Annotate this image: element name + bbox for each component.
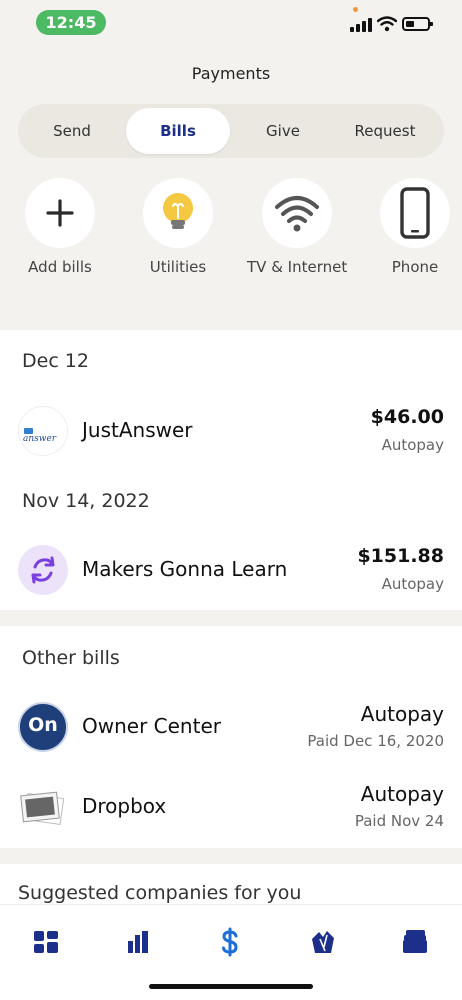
category-add-bills[interactable]: Add bills — [10, 178, 110, 276]
paid-date: Paid Nov 24 — [354, 812, 444, 830]
dollar-icon — [222, 927, 238, 957]
bill-amount: $46.00 — [370, 406, 444, 428]
autopay-label: Autopay — [381, 575, 444, 593]
nav-payments[interactable] — [207, 927, 253, 957]
category-label: Add bills — [28, 258, 92, 276]
nav-home[interactable] — [23, 927, 69, 957]
plus-icon — [46, 199, 74, 227]
cellular-signal-icon — [350, 18, 372, 32]
payee-name: Owner Center — [82, 714, 221, 738]
status-bar: 12:45 — [0, 0, 462, 46]
dropbox-logo — [18, 782, 68, 832]
category-phone[interactable]: Phone — [365, 178, 462, 276]
category-tv-internet[interactable]: TV & Internet — [247, 178, 347, 276]
deals-icon — [312, 931, 334, 953]
justanswer-logo: answer — [18, 406, 68, 456]
tab-give[interactable]: Give — [234, 108, 332, 154]
other-bills-heading: Other bills — [22, 647, 120, 669]
bill-row-makers-gonna-learn[interactable]: Makers Gonna Learn $151.88 Autopay — [0, 535, 462, 605]
bill-row-owner-center[interactable]: On Owner Center Autopay Paid Dec 16, 202… — [0, 692, 462, 762]
battery-icon — [402, 17, 433, 31]
tab-send[interactable]: Send — [22, 108, 122, 154]
wifi-status-icon — [377, 16, 397, 32]
payee-name: Makers Gonna Learn — [82, 557, 288, 581]
bill-row-dropbox[interactable]: Dropbox Autopay Paid Nov 24 — [0, 772, 462, 842]
autopay-label: Autopay — [381, 436, 444, 454]
payee-name: Dropbox — [82, 794, 167, 818]
date-heading: Dec 12 — [22, 350, 89, 372]
page-title: Payments — [191, 64, 271, 83]
tab-request[interactable]: Request — [330, 108, 440, 154]
wallet-icon — [403, 930, 427, 953]
date-heading: Nov 14, 2022 — [22, 490, 150, 512]
suggested-heading: Suggested companies for you — [18, 882, 302, 904]
nav-deals[interactable] — [300, 927, 346, 957]
section-divider — [0, 848, 462, 864]
owner-center-logo: On — [18, 702, 68, 752]
status-time: 12:45 — [36, 10, 106, 35]
payee-name: JustAnswer — [82, 418, 193, 442]
bill-row-justanswer[interactable]: answer JustAnswer $46.00 Autopay — [0, 396, 462, 466]
bill-amount: $151.88 — [357, 545, 444, 567]
paid-date: Paid Dec 16, 2020 — [307, 732, 444, 750]
nav-activity[interactable] — [115, 927, 161, 957]
refresh-icon — [18, 545, 68, 595]
activity-icon — [128, 931, 148, 953]
privacy-indicator-dot — [353, 7, 358, 12]
category-utilities[interactable]: Utilities — [128, 178, 228, 276]
section-divider — [0, 610, 462, 626]
home-icon — [34, 931, 58, 953]
autopay-status: Autopay — [360, 702, 444, 726]
lightbulb-icon — [163, 193, 193, 229]
category-label: Phone — [391, 258, 439, 276]
tab-bills[interactable]: Bills — [126, 108, 230, 154]
payments-tab-bar: Send Bills Give Request — [18, 104, 444, 158]
autopay-status: Autopay — [360, 782, 444, 806]
wifi-icon — [275, 196, 319, 232]
category-label: TV & Internet — [247, 258, 348, 276]
home-indicator[interactable] — [149, 984, 313, 989]
phone-icon — [400, 187, 430, 239]
category-label: Utilities — [149, 258, 207, 276]
payments-header-area: 12:45 Payments Send Bills Give Request A… — [0, 0, 462, 330]
nav-wallet[interactable] — [392, 927, 438, 957]
